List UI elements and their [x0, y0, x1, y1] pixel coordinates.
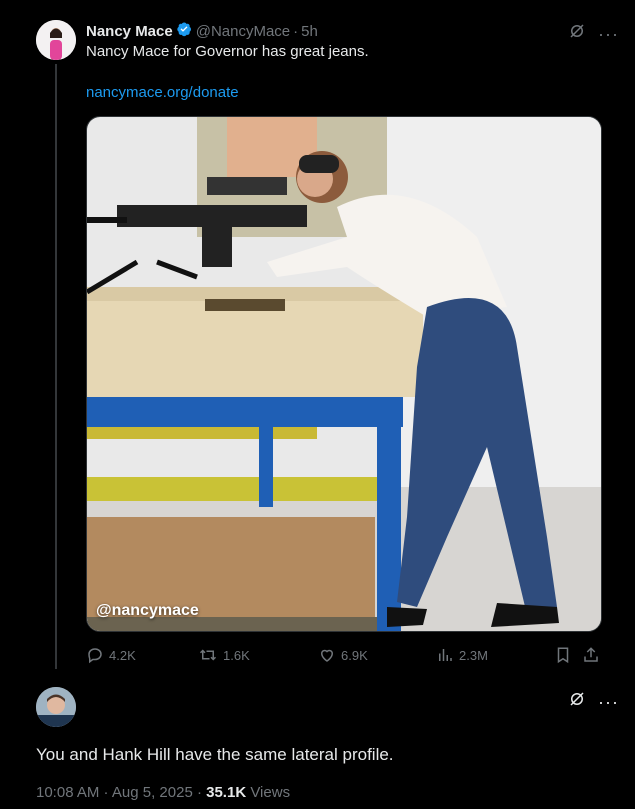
views-button[interactable]: 2.3M: [436, 646, 488, 664]
views-count: 2.3M: [459, 647, 488, 663]
author-name[interactable]: Nancy Mace: [86, 23, 173, 40]
grok-icon[interactable]: [568, 690, 586, 713]
heart-icon: [318, 646, 336, 664]
share-button[interactable]: [582, 646, 600, 664]
tweet-action-bar: 4.2K 1.6K 6.9K 2.3M: [86, 646, 606, 666]
author-handle[interactable]: @NancyMace: [196, 23, 290, 40]
more-icon[interactable]: ···: [598, 693, 619, 711]
tweet-text: Nancy Mace for Governor has great jeans.: [86, 43, 369, 60]
reply-author-avatar[interactable]: [36, 687, 76, 727]
reply-icon: [86, 646, 104, 664]
bookmark-button[interactable]: [554, 646, 572, 664]
views-icon: [436, 646, 454, 664]
reply-text: You and Hank Hill have the same lateral …: [36, 745, 394, 764]
like-count: 6.9K: [341, 647, 368, 663]
grok-icon[interactable]: [568, 22, 586, 45]
tweet-corner-actions: ···: [568, 22, 619, 45]
author-avatar[interactable]: [36, 20, 76, 60]
tweet-header: Nancy Mace @NancyMace · 5h: [86, 21, 318, 41]
like-button[interactable]: 6.9K: [318, 646, 368, 664]
reply-views-label: Views: [246, 784, 291, 801]
reply-count: 4.2K: [109, 647, 136, 663]
bookmark-icon: [554, 646, 572, 664]
verified-badge-icon: [176, 21, 192, 41]
reply-views-count: 35.1K: [206, 784, 247, 801]
more-icon[interactable]: ···: [598, 25, 619, 43]
reply-metadata: 10:08 AM · Aug 5, 2025 · 35.1K Views: [36, 784, 290, 801]
donate-link[interactable]: nancymace.org/donate: [86, 84, 239, 101]
retweet-icon: [198, 646, 218, 664]
reply-timestamp[interactable]: 10:08 AM · Aug 5, 2025 ·: [36, 784, 206, 801]
retweet-button[interactable]: 1.6K: [198, 646, 250, 664]
thread-connector-line: [55, 64, 57, 669]
photo-watermark: @nancymace: [96, 602, 199, 619]
header-separator: ·: [293, 22, 299, 40]
reply-button[interactable]: 4.2K: [86, 646, 136, 664]
reply-corner-actions: ···: [568, 690, 619, 713]
share-icon: [582, 646, 600, 664]
retweet-count: 1.6K: [223, 647, 250, 663]
tweet-time[interactable]: 5h: [301, 23, 318, 40]
tweet-photo[interactable]: @nancymace: [86, 116, 602, 632]
